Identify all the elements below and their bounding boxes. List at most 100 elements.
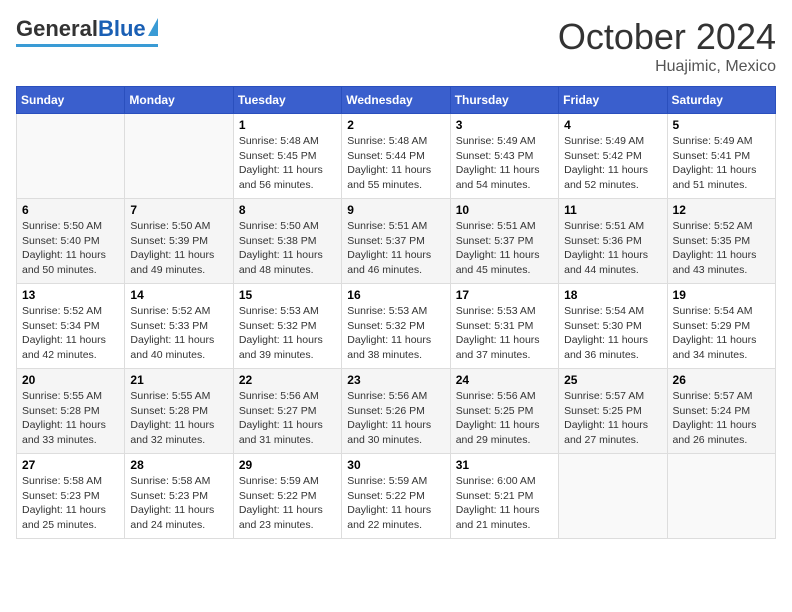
calendar-week-3: 20 Sunrise: 5:55 AMSunset: 5:28 PMDayligh… xyxy=(17,369,776,454)
calendar-cell: 15Sunrise: 5:53 AMSunset: 5:32 PMDayligh… xyxy=(233,284,341,369)
day-info: Sunrise: 5:52 AMSunset: 5:33 PMDaylight:… xyxy=(130,304,227,363)
calendar-cell: 21 Sunrise: 5:55 AMSunset: 5:28 PMDayligh… xyxy=(125,369,233,454)
day-info: Sunrise: 5:55 AMSunset: 5:28 PMDaylight:… xyxy=(130,389,227,448)
weekday-header-wednesday: Wednesday xyxy=(342,87,450,114)
calendar-cell: 18 Sunrise: 5:54 AMSunset: 5:30 PMDayligh… xyxy=(559,284,667,369)
day-number: 23 xyxy=(347,373,444,387)
day-number: 14 xyxy=(130,288,227,302)
day-info: Sunrise: 5:52 AMSunset: 5:34 PMDaylight:… xyxy=(22,304,119,363)
calendar-cell: 20 Sunrise: 5:55 AMSunset: 5:28 PMDayligh… xyxy=(17,369,125,454)
calendar-week-2: 13 Sunrise: 5:52 AMSunset: 5:34 PMDayligh… xyxy=(17,284,776,369)
logo-general: General xyxy=(16,16,98,42)
day-info: Sunrise: 5:53 AMSunset: 5:32 PMDaylight:… xyxy=(239,304,336,363)
day-info: Sunrise: 5:57 AMSunset: 5:24 PMDaylight:… xyxy=(673,389,770,448)
calendar-cell xyxy=(559,454,667,539)
day-number: 11 xyxy=(564,203,661,217)
weekday-header-thursday: Thursday xyxy=(450,87,558,114)
calendar-cell: 13 Sunrise: 5:52 AMSunset: 5:34 PMDayligh… xyxy=(17,284,125,369)
day-info: Sunrise: 5:56 AMSunset: 5:27 PMDaylight:… xyxy=(239,389,336,448)
day-info: Sunrise: 5:48 AMSunset: 5:44 PMDaylight:… xyxy=(347,134,444,193)
calendar-cell: 4 Sunrise: 5:49 AMSunset: 5:42 PMDaylight… xyxy=(559,114,667,199)
logo-blue: Blue xyxy=(98,16,146,42)
weekday-header-friday: Friday xyxy=(559,87,667,114)
calendar-cell: 12Sunrise: 5:52 AMSunset: 5:35 PMDayligh… xyxy=(667,199,775,284)
location-title: Huajimic, Mexico xyxy=(558,58,776,76)
day-info: Sunrise: 5:57 AMSunset: 5:25 PMDaylight:… xyxy=(564,389,661,448)
day-number: 17 xyxy=(456,288,553,302)
calendar-cell xyxy=(17,114,125,199)
day-number: 19 xyxy=(673,288,770,302)
calendar-cell: 17 Sunrise: 5:53 AMSunset: 5:31 PMDayligh… xyxy=(450,284,558,369)
weekday-header-monday: Monday xyxy=(125,87,233,114)
day-info: Sunrise: 5:56 AMSunset: 5:25 PMDaylight:… xyxy=(456,389,553,448)
day-number: 31 xyxy=(456,458,553,472)
day-number: 7 xyxy=(130,203,227,217)
day-number: 10 xyxy=(456,203,553,217)
day-info: Sunrise: 5:49 AMSunset: 5:43 PMDaylight:… xyxy=(456,134,553,193)
calendar-cell: 23 Sunrise: 5:56 AMSunset: 5:26 PMDayligh… xyxy=(342,369,450,454)
calendar-week-0: 1 Sunrise: 5:48 AMSunset: 5:45 PMDaylight… xyxy=(17,114,776,199)
day-info: Sunrise: 5:56 AMSunset: 5:26 PMDaylight:… xyxy=(347,389,444,448)
day-info: Sunrise: 5:53 AMSunset: 5:32 PMDaylight:… xyxy=(347,304,444,363)
calendar-cell: 10 Sunrise: 5:51 AMSunset: 5:37 PMDayligh… xyxy=(450,199,558,284)
day-number: 3 xyxy=(456,118,553,132)
day-number: 8 xyxy=(239,203,336,217)
day-number: 22 xyxy=(239,373,336,387)
calendar-cell: 1 Sunrise: 5:48 AMSunset: 5:45 PMDaylight… xyxy=(233,114,341,199)
calendar-cell xyxy=(125,114,233,199)
day-number: 20 xyxy=(22,373,119,387)
day-info: Sunrise: 5:50 AMSunset: 5:40 PMDaylight:… xyxy=(22,219,119,278)
day-number: 2 xyxy=(347,118,444,132)
day-info: Sunrise: 5:54 AMSunset: 5:30 PMDaylight:… xyxy=(564,304,661,363)
day-info: Sunrise: 5:50 AMSunset: 5:39 PMDaylight:… xyxy=(130,219,227,278)
day-number: 25 xyxy=(564,373,661,387)
day-number: 18 xyxy=(564,288,661,302)
calendar-cell: 2 Sunrise: 5:48 AMSunset: 5:44 PMDaylight… xyxy=(342,114,450,199)
weekday-header-tuesday: Tuesday xyxy=(233,87,341,114)
calendar-week-1: 6 Sunrise: 5:50 AMSunset: 5:40 PMDaylight… xyxy=(17,199,776,284)
day-info: Sunrise: 5:59 AMSunset: 5:22 PMDaylight:… xyxy=(239,474,336,533)
day-number: 30 xyxy=(347,458,444,472)
calendar-cell: 25 Sunrise: 5:57 AMSunset: 5:25 PMDayligh… xyxy=(559,369,667,454)
calendar-cell xyxy=(667,454,775,539)
day-info: Sunrise: 5:52 AMSunset: 5:35 PMDaylight:… xyxy=(673,219,770,278)
calendar-cell: 14 Sunrise: 5:52 AMSunset: 5:33 PMDayligh… xyxy=(125,284,233,369)
weekday-header-sunday: Sunday xyxy=(17,87,125,114)
calendar-cell: 26 Sunrise: 5:57 AMSunset: 5:24 PMDayligh… xyxy=(667,369,775,454)
day-number: 29 xyxy=(239,458,336,472)
calendar-cell: 19 Sunrise: 5:54 AMSunset: 5:29 PMDayligh… xyxy=(667,284,775,369)
calendar-cell: 27 Sunrise: 5:58 AMSunset: 5:23 PMDayligh… xyxy=(17,454,125,539)
day-number: 28 xyxy=(130,458,227,472)
calendar-cell: 8 Sunrise: 5:50 AMSunset: 5:38 PMDaylight… xyxy=(233,199,341,284)
calendar-cell: 24 Sunrise: 5:56 AMSunset: 5:25 PMDayligh… xyxy=(450,369,558,454)
day-number: 24 xyxy=(456,373,553,387)
weekday-header-saturday: Saturday xyxy=(667,87,775,114)
day-number: 27 xyxy=(22,458,119,472)
day-number: 26 xyxy=(673,373,770,387)
calendar-table: SundayMondayTuesdayWednesdayThursdayFrid… xyxy=(16,86,776,539)
day-number: 9 xyxy=(347,203,444,217)
calendar-cell: 7 Sunrise: 5:50 AMSunset: 5:39 PMDaylight… xyxy=(125,199,233,284)
day-info: Sunrise: 5:54 AMSunset: 5:29 PMDaylight:… xyxy=(673,304,770,363)
day-info: Sunrise: 5:49 AMSunset: 5:42 PMDaylight:… xyxy=(564,134,661,193)
calendar-cell: 3 Sunrise: 5:49 AMSunset: 5:43 PMDaylight… xyxy=(450,114,558,199)
calendar-cell: 6 Sunrise: 5:50 AMSunset: 5:40 PMDaylight… xyxy=(17,199,125,284)
calendar-cell: 22 Sunrise: 5:56 AMSunset: 5:27 PMDayligh… xyxy=(233,369,341,454)
day-info: Sunrise: 5:51 AMSunset: 5:37 PMDaylight:… xyxy=(456,219,553,278)
day-info: Sunrise: 5:48 AMSunset: 5:45 PMDaylight:… xyxy=(239,134,336,193)
day-info: Sunrise: 5:55 AMSunset: 5:28 PMDaylight:… xyxy=(22,389,119,448)
day-number: 6 xyxy=(22,203,119,217)
day-number: 4 xyxy=(564,118,661,132)
day-info: Sunrise: 6:00 AMSunset: 5:21 PMDaylight:… xyxy=(456,474,553,533)
title-block: October 2024 Huajimic, Mexico xyxy=(558,16,776,76)
month-title: October 2024 xyxy=(558,16,776,58)
day-number: 1 xyxy=(239,118,336,132)
logo-underline xyxy=(16,44,158,47)
calendar-cell: 11Sunrise: 5:51 AMSunset: 5:36 PMDayligh… xyxy=(559,199,667,284)
day-number: 13 xyxy=(22,288,119,302)
calendar-cell: 9Sunrise: 5:51 AMSunset: 5:37 PMDaylight… xyxy=(342,199,450,284)
day-number: 21 xyxy=(130,373,227,387)
day-info: Sunrise: 5:50 AMSunset: 5:38 PMDaylight:… xyxy=(239,219,336,278)
day-info: Sunrise: 5:58 AMSunset: 5:23 PMDaylight:… xyxy=(22,474,119,533)
day-info: Sunrise: 5:53 AMSunset: 5:31 PMDaylight:… xyxy=(456,304,553,363)
